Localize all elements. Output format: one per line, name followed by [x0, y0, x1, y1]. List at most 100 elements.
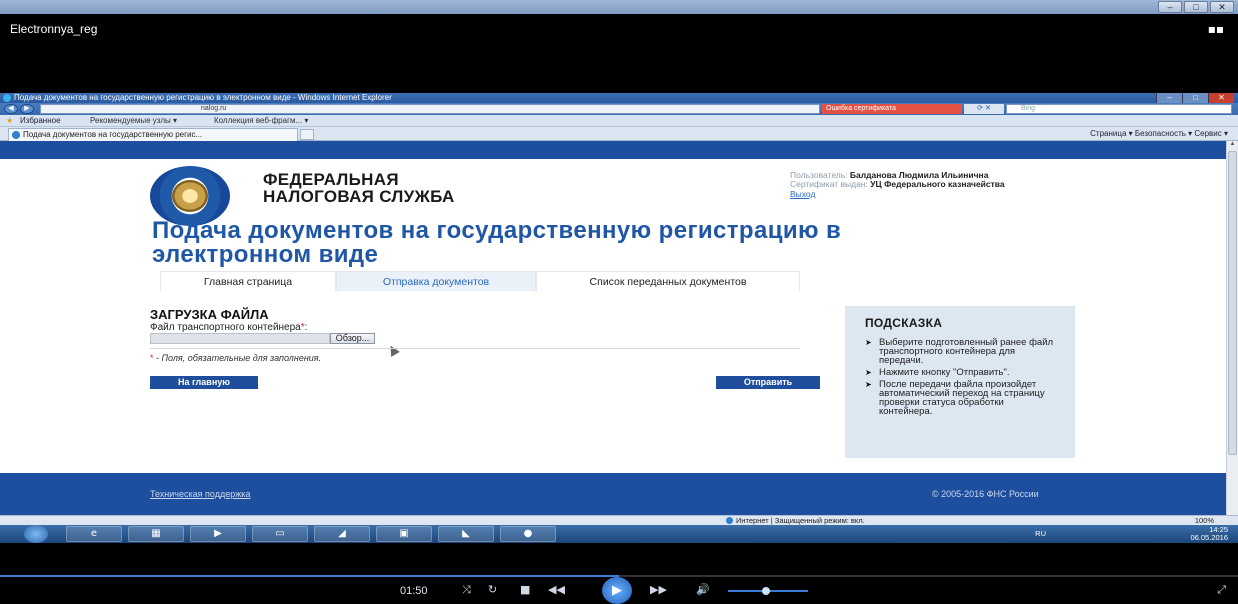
browser-titlebar: Подача документов на государственную рег…	[0, 93, 1238, 103]
repeat-icon[interactable]: ↻	[488, 583, 497, 596]
browse-button[interactable]: Обзор...	[330, 333, 375, 344]
grid-icon[interactable]: ▪▪	[1208, 22, 1224, 36]
media-player-taskbar-icon[interactable]: ▶	[190, 526, 246, 542]
hint-item: После передачи файла произойдет автомати…	[865, 380, 1059, 417]
fullscreen-icon[interactable]: ⤢	[1217, 583, 1226, 597]
captured-screen: Подача документов на государственную рег…	[0, 93, 1238, 543]
browser-maximize-icon[interactable]: □	[1182, 93, 1208, 103]
explorer-taskbar-icon[interactable]: ▦	[128, 526, 184, 542]
command-bar[interactable]: Страница ▾ Безопасность ▾ Сервис ▾	[1090, 129, 1228, 139]
previous-icon[interactable]: ◀◀	[548, 583, 565, 596]
browser-minimize-icon[interactable]: –	[1156, 93, 1182, 103]
org-name-line2: НАЛОГОВАЯ СЛУЖБА	[263, 187, 455, 206]
back-icon[interactable]: ◀	[4, 104, 18, 114]
page-footer: Техническая поддержка © 2005-2016 ФНС Ро…	[0, 473, 1226, 515]
required-note-mark: *	[150, 353, 154, 363]
favorites-button[interactable]: Избранное	[20, 115, 61, 127]
next-icon[interactable]: ▶▶	[650, 583, 667, 596]
browser-status-bar: Интернет | Защищенный режим: вкл. 100%	[0, 515, 1238, 525]
ie-icon	[3, 94, 11, 102]
app-taskbar-icon[interactable]: ▭	[252, 526, 308, 542]
refresh-stop-icons[interactable]: ⟳ ✕	[964, 104, 1004, 114]
play-button[interactable]: ▶	[602, 577, 632, 604]
file-field-label: Файл транспортного контейнера*:	[150, 322, 308, 333]
form-divider	[150, 348, 800, 349]
forward-icon[interactable]: ▶	[20, 104, 34, 114]
security-zone: Интернет | Защищенный режим: вкл.	[726, 516, 865, 525]
required-mark: *	[300, 322, 305, 333]
tab-sent-documents-list[interactable]: Список переданных документов	[536, 271, 800, 291]
url-field[interactable]: nalog.ru	[40, 104, 820, 114]
zoom-level[interactable]: 100%	[1195, 516, 1214, 525]
volume-knob[interactable]	[762, 587, 770, 595]
player-titlebar: – □ ✕	[0, 0, 1238, 14]
ie-taskbar-icon[interactable]: e	[66, 526, 122, 542]
web-slice-gallery-link[interactable]: Коллекция веб-фрагм... ▾	[214, 115, 308, 127]
favorites-bar: ★ Избранное Рекомендуемые узлы ▾ Коллекц…	[0, 115, 1238, 127]
home-button[interactable]: На главную	[150, 376, 258, 389]
support-link[interactable]: Техническая поддержка	[150, 489, 250, 499]
user-info: Пользователь: Балданова Людмила Ильиничн…	[790, 171, 1070, 199]
certificate-label: Сертификат выдан:	[790, 178, 868, 189]
certificate-error-badge[interactable]: Ошибка сертификата	[822, 104, 962, 114]
browser-close-icon[interactable]: ✕	[1208, 93, 1234, 103]
logout-link[interactable]: Выход	[790, 190, 815, 199]
display-taskbar-icon[interactable]: ▣	[376, 526, 432, 542]
player-controls: 01:50 ⤨ ↻ ■ ◀◀ ▶ ▶▶ 🔊 ⤢	[0, 577, 1238, 604]
scroll-up-icon[interactable]: ▲	[1228, 141, 1237, 150]
organization-name: ФЕДЕРАЛЬНАЯ НАЛОГОВАЯ СЛУЖБА	[263, 171, 455, 205]
player-title: Electronnya_reg	[10, 22, 98, 36]
browser-tab[interactable]: Подача документов на государственную рег…	[8, 128, 298, 141]
volume-slider[interactable]	[728, 587, 808, 595]
page-viewport: ФЕДЕРАЛЬНАЯ НАЛОГОВАЯ СЛУЖБА Пользовател…	[0, 141, 1226, 515]
page-scrollbar[interactable]: ▲	[1226, 141, 1238, 515]
playback-time: 01:50	[400, 585, 428, 597]
clock-date: 06.05.2016	[1190, 533, 1228, 542]
hint-title: ПОДСКАЗКА	[865, 316, 943, 330]
hint-item: Нажмите кнопку "Отправить".	[865, 368, 1059, 378]
close-icon[interactable]: ✕	[1210, 1, 1234, 13]
clock[interactable]: 14:25 06.05.2016	[1182, 526, 1228, 542]
hint-item: Выберите подготовленный ранее файл транс…	[865, 338, 1059, 366]
stop-icon[interactable]: ■	[520, 583, 530, 596]
mouse-cursor-icon	[386, 343, 400, 357]
page-tabs: Главная страница Отправка документов Спи…	[160, 271, 800, 291]
browser-tab-title: Подача документов на государственную рег…	[23, 130, 203, 139]
org-name-line1: ФЕДЕРАЛЬНАЯ	[263, 170, 399, 189]
shuffle-icon[interactable]: ⤨	[462, 583, 471, 597]
page-title: Подача документов на государственную рег…	[152, 217, 842, 268]
star-icon: ★	[6, 116, 14, 125]
browser-window-title: Подача документов на государственную рег…	[14, 93, 392, 102]
camera-taskbar-icon[interactable]: ●	[500, 526, 556, 542]
scrollbar-thumb[interactable]	[1228, 151, 1237, 455]
page-favicon-icon	[12, 131, 20, 139]
app-taskbar-icon[interactable]: ◣	[438, 526, 494, 542]
copyright: © 2005-2016 ФНС России	[932, 489, 1039, 499]
hint-list: Выберите подготовленный ранее файл транс…	[865, 338, 1059, 417]
start-button[interactable]	[24, 525, 48, 543]
upload-heading: ЗАГРУЗКА ФАЙЛА	[150, 307, 269, 322]
volume-icon[interactable]: 🔊	[696, 583, 710, 596]
required-fields-note: * - Поля, обязательные для заполнения.	[150, 353, 321, 363]
file-path-input[interactable]	[150, 333, 330, 344]
search-input[interactable]: Bing	[1006, 104, 1232, 114]
tab-bar: Подача документов на государственную рег…	[0, 127, 1238, 141]
send-button[interactable]: Отправить	[716, 376, 820, 389]
certificate-issuer: УЦ Федерального казначейства	[870, 178, 1005, 189]
address-bar: ◀ ▶ nalog.ru Ошибка сертификата ⟳ ✕ Bing	[0, 103, 1238, 115]
file-field-label-text: Файл транспортного контейнера	[150, 322, 301, 333]
video-player-window: – □ ✕ Electronnya_reg ▪▪ Подача документ…	[0, 0, 1238, 604]
new-tab-button[interactable]	[300, 129, 314, 140]
suggested-sites-link[interactable]: Рекомендуемые узлы ▾	[90, 115, 177, 127]
app-taskbar-icon[interactable]: ◢	[314, 526, 370, 542]
page-top-band	[0, 141, 1226, 159]
hint-panel: ПОДСКАЗКА Выберите подготовленный ранее …	[845, 306, 1075, 458]
maximize-icon[interactable]: □	[1184, 1, 1208, 13]
tab-home[interactable]: Главная страница	[160, 271, 336, 291]
required-note-text: - Поля, обязательные для заполнения.	[156, 353, 322, 363]
tab-send-documents[interactable]: Отправка документов	[336, 271, 536, 291]
language-indicator[interactable]: RU	[1035, 530, 1046, 538]
file-upload-field: Обзор...	[150, 333, 375, 344]
minimize-icon[interactable]: –	[1158, 1, 1182, 13]
windows-taskbar: e ▦ ▶ ▭ ◢ ▣ ◣ ● RU 14:25 06.05.2016	[0, 525, 1238, 543]
